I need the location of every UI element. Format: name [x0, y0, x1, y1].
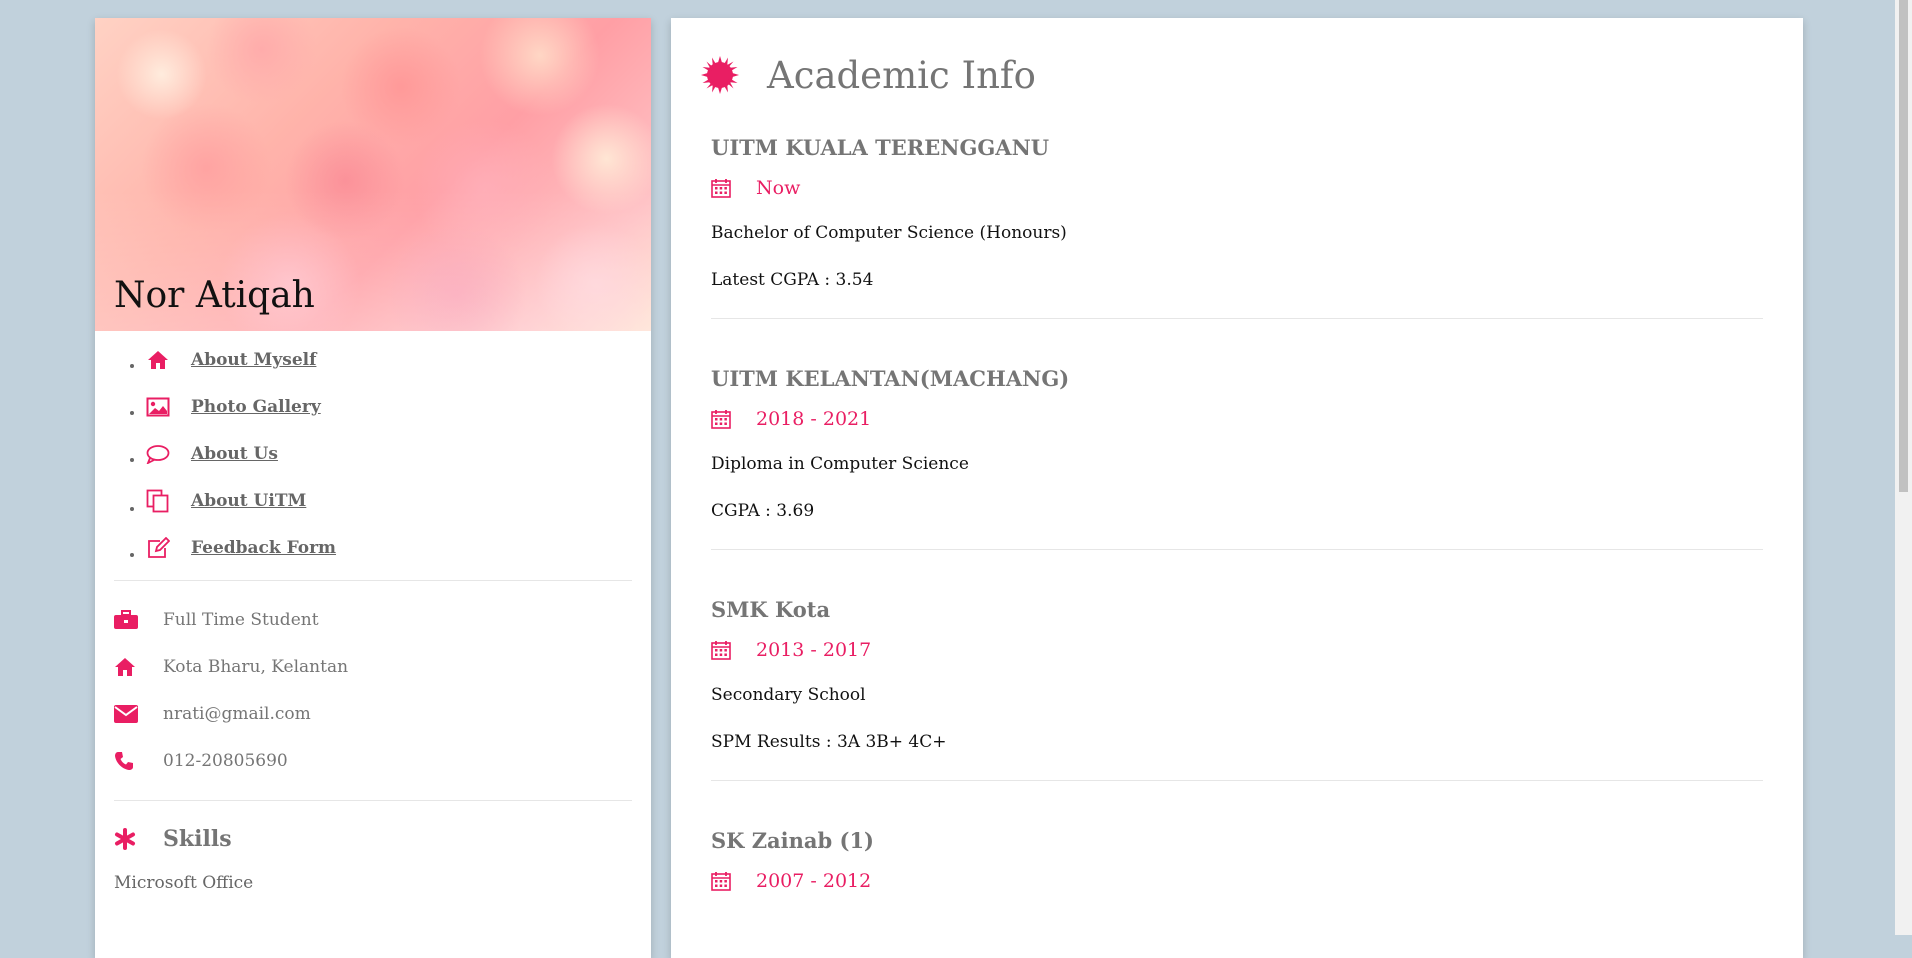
scrollbar-thumb[interactable]: [1899, 0, 1908, 492]
calendar-icon: [711, 409, 733, 429]
entry-date: 2013 - 2017: [711, 628, 1763, 672]
entry-date: 2018 - 2021: [711, 397, 1763, 441]
skills-title: Skills: [163, 826, 232, 852]
nav-label: About Us: [191, 444, 278, 464]
qualification-text: Secondary School: [711, 685, 866, 705]
skill-item: Microsoft Office: [114, 873, 254, 893]
contact-info: Full Time Student Kota Bharu, Kelantan n…: [95, 581, 651, 800]
date-text: 2013 - 2017: [756, 639, 872, 661]
home-icon: [114, 657, 142, 677]
page-scrollbar[interactable]: [1895, 0, 1912, 935]
status-text: Full Time Student: [163, 609, 319, 630]
nav-link-feedback-form[interactable]: Feedback Form: [145, 533, 336, 563]
nav-label: About UiTM: [191, 491, 307, 511]
skills-section: Skills Microsoft Office: [95, 801, 651, 911]
school-name: SK Zainab (1): [711, 828, 874, 853]
academic-entry: UITM KUALA TERENGGANU Now Bachelor of Co…: [711, 122, 1763, 319]
location-text: Kota Bharu, Kelantan: [163, 656, 349, 677]
date-text: 2007 - 2012: [756, 870, 872, 892]
entry-date: Now: [711, 166, 1763, 210]
result-text: SPM Results : 3A 3B+ 4C+: [711, 732, 947, 752]
asterisk-icon: [114, 828, 142, 850]
calendar-icon: [711, 178, 733, 198]
nav-label: About Myself: [191, 350, 317, 370]
nav-link-about-us[interactable]: About Us: [145, 439, 278, 469]
nav-link-photo-gallery[interactable]: Photo Gallery: [145, 392, 321, 422]
certificate-icon: [699, 54, 741, 96]
home-icon: [145, 348, 171, 372]
nav-menu: About Myself Photo Gallery About Us: [95, 331, 651, 580]
academic-entry: UITM KELANTAN(MACHANG) 2018 - 2021 Diplo…: [711, 319, 1763, 550]
info-status: Full Time Student: [114, 596, 632, 643]
qualification-text: Diploma in Computer Science: [711, 454, 969, 474]
info-email: nrati@gmail.com: [114, 690, 632, 737]
school-name: SMK Kota: [711, 597, 831, 622]
briefcase-icon: [114, 609, 142, 630]
academic-header: Academic Info: [671, 18, 1803, 100]
nav-label: Photo Gallery: [191, 397, 321, 417]
profile-card: Nor Atiqah About Myself Photo Gallery: [95, 18, 651, 958]
profile-banner-image: Nor Atiqah: [95, 18, 651, 331]
school-name: UITM KELANTAN(MACHANG): [711, 366, 1070, 391]
image-icon: [145, 395, 171, 419]
envelope-icon: [114, 704, 142, 723]
nav-label: Feedback Form: [191, 538, 337, 558]
phone-icon: [114, 751, 142, 771]
result-text: Latest CGPA : 3.54: [711, 270, 874, 290]
profile-name: Nor Atiqah: [114, 275, 315, 316]
academic-card: Academic Info UITM KUALA TERENGGANU Now …: [671, 18, 1803, 958]
school-name: UITM KUALA TERENGGANU: [711, 135, 1050, 160]
phone-text: 012-20805690: [163, 750, 288, 771]
nav-item-photo-gallery: Photo Gallery: [145, 392, 651, 439]
nav-item-about-us: About Us: [145, 439, 651, 486]
academic-entry: SMK Kota 2013 - 2017 Secondary School SP…: [711, 550, 1763, 781]
nav-item-about-myself: About Myself: [145, 345, 651, 392]
copy-icon: [145, 489, 171, 513]
comment-icon: [145, 442, 171, 466]
edit-icon: [145, 536, 171, 560]
result-text: CGPA : 3.69: [711, 501, 815, 521]
date-text: 2018 - 2021: [756, 408, 872, 430]
academic-entries: UITM KUALA TERENGGANU Now Bachelor of Co…: [671, 100, 1803, 917]
nav-link-about-myself[interactable]: About Myself: [145, 345, 316, 375]
info-location: Kota Bharu, Kelantan: [114, 643, 632, 690]
qualification-text: Bachelor of Computer Science (Honours): [711, 223, 1067, 243]
entry-date: 2007 - 2012: [711, 859, 1763, 903]
academic-entry: SK Zainab (1) 2007 - 2012: [711, 781, 1763, 917]
email-text: nrati@gmail.com: [163, 703, 311, 724]
calendar-icon: [711, 871, 733, 891]
info-phone: 012-20805690: [114, 737, 632, 784]
nav-link-about-uitm[interactable]: About UiTM: [145, 486, 306, 516]
skills-header: Skills: [114, 819, 632, 859]
section-title: Academic Info: [767, 53, 1036, 97]
date-text: Now: [756, 177, 801, 199]
calendar-icon: [711, 640, 733, 660]
nav-item-feedback-form: Feedback Form: [145, 533, 651, 580]
nav-item-about-uitm: About UiTM: [145, 486, 651, 533]
